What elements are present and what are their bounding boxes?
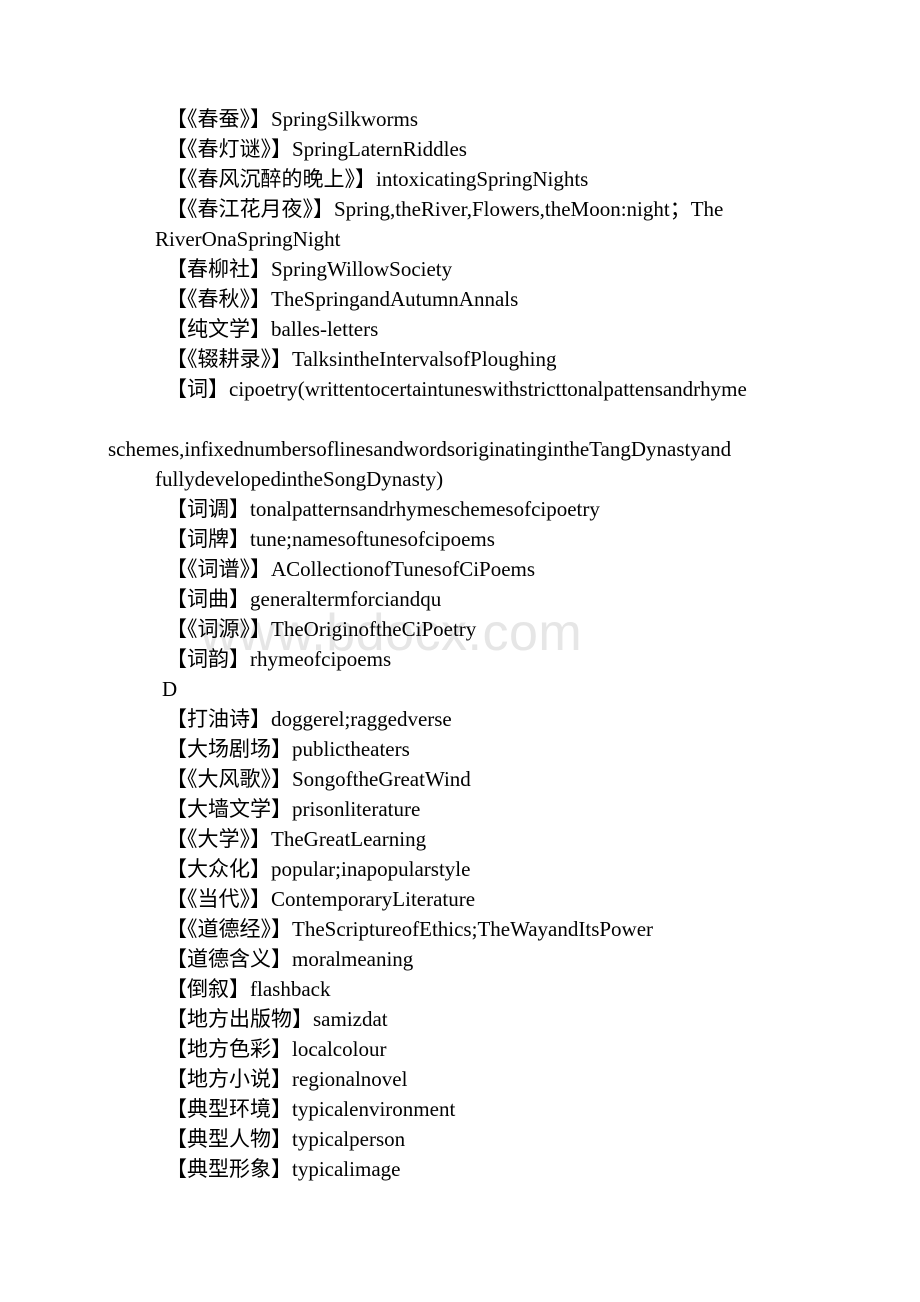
dictionary-entry-line: 【词曲】generaltermforciandqu xyxy=(166,587,442,611)
dictionary-entry-line: 【《春江花月夜》】Spring,theRiver,Flowers,theMoon… xyxy=(166,197,724,221)
dictionary-entry-line: 【《当代》】ContemporaryLiterature xyxy=(166,887,476,911)
dictionary-entry-line: 【《春蚕》】SpringSilkworms xyxy=(166,107,419,131)
dictionary-entry-line: D xyxy=(162,677,178,701)
dictionary-entry-line: RiverOnaSpringNight xyxy=(155,227,341,251)
dictionary-entry-line: 【《春秋》】TheSpringandAutumnAnnals xyxy=(166,287,519,311)
dictionary-entry-line: 【地方小说】regionalnovel xyxy=(166,1067,408,1091)
dictionary-entry-line: 【道德含义】moralmeaning xyxy=(166,947,414,971)
dictionary-entry-line: 【《词源》】TheOriginoftheCiPoetry xyxy=(166,617,477,641)
document-text-body: 【《春蚕》】SpringSilkworms 【《春灯谜》】SpringLatern… xyxy=(0,104,920,1184)
dictionary-entry-line: 【《春灯谜》】SpringLaternRiddles xyxy=(166,137,467,161)
dictionary-entry-line: 【春柳社】SpringWillowSociety xyxy=(166,257,453,281)
dictionary-entry-line: 【词】cipoetry(writtentocertaintuneswithstr… xyxy=(166,377,747,401)
dictionary-entry-line: 【词调】tonalpatternsandrhymeschemesofcipoet… xyxy=(166,497,600,521)
dictionary-entry-line: 【《词谱》】ACollectionofTunesofCiPoems xyxy=(166,557,536,581)
dictionary-entry-line: 【典型形象】typicalimage xyxy=(166,1157,401,1181)
dictionary-entry-line: 【地方色彩】localcolour xyxy=(166,1037,387,1061)
dictionary-entry-line: 【《大学》】TheGreatLearning xyxy=(166,827,427,851)
dictionary-entry-line: 【大众化】popular;inapopularstyle xyxy=(166,857,471,881)
dictionary-entry-line: 【地方出版物】samizdat xyxy=(166,1007,388,1031)
dictionary-entry-line: 【大场剧场】publictheaters xyxy=(166,737,410,761)
dictionary-entry-line: 【典型环境】typicalenvironment xyxy=(166,1097,456,1121)
document-page: www.bdocx.com 【《春蚕》】SpringSilkworms 【《春灯谜… xyxy=(0,0,920,1302)
dictionary-entry-line: 【词牌】tune;namesoftunesofcipoems xyxy=(166,527,495,551)
dictionary-entry-line: 【倒叙】flashback xyxy=(166,977,331,1001)
dictionary-entry-line: 【纯文学】balles-letters xyxy=(166,317,379,341)
dictionary-entry-line: 【《道德经》】TheScriptureofEthics;TheWayandIts… xyxy=(166,917,654,941)
dictionary-entry-line: fullydevelopedintheSongDynasty) xyxy=(155,467,444,491)
dictionary-entry-line: 【打油诗】doggerel;raggedverse xyxy=(166,707,452,731)
dictionary-entry-line: 【《春风沉醉的晚上》】intoxicatingSpringNights xyxy=(166,167,589,191)
dictionary-entry-line: 【《辍耕录》】TalksintheIntervalsofPloughing xyxy=(166,347,557,371)
dictionary-entry-line: schemes,infixednumbersoflinesandwordsori… xyxy=(108,437,732,461)
dictionary-entry-line: 【词韵】rhymeofcipoems xyxy=(166,647,392,671)
dictionary-entry-line: 【大墙文学】prisonliterature xyxy=(166,797,421,821)
dictionary-entry-line: 【典型人物】typicalperson xyxy=(166,1127,406,1151)
dictionary-entry-line: 【《大风歌》】SongoftheGreatWind xyxy=(166,767,471,791)
